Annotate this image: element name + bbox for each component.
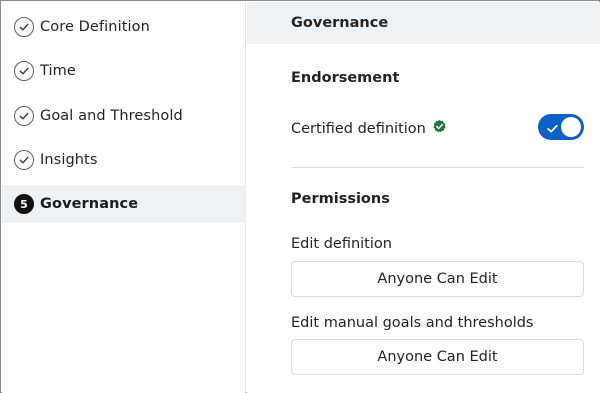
- edit-goals-label: Edit manual goals and thresholds: [291, 315, 534, 331]
- step-goal-and-threshold[interactable]: Goal and Threshold: [2, 97, 246, 135]
- page-title: Governance: [291, 15, 389, 31]
- divider: [291, 167, 584, 168]
- step-label: Time: [40, 63, 76, 79]
- step-label: Core Definition: [40, 19, 150, 35]
- certified-definition-row: Certified definition: [291, 119, 447, 138]
- steps-sidebar: Core Definition Time Goal and Threshold …: [2, 2, 246, 393]
- governance-panel: Governance Endorsement Certified definit…: [247, 2, 600, 393]
- step-governance[interactable]: 5 Governance: [2, 185, 246, 223]
- permissions-heading: Permissions: [291, 191, 390, 207]
- toggle-knob: [561, 117, 581, 137]
- check-circle-icon: [14, 61, 34, 81]
- check-circle-icon: [14, 106, 34, 126]
- check-circle-icon: [14, 17, 34, 37]
- step-label: Governance: [40, 196, 139, 212]
- app-window: Core Definition Time Goal and Threshold …: [0, 0, 600, 393]
- verified-badge-icon: [432, 119, 447, 138]
- step-label: Insights: [40, 152, 98, 168]
- edit-definition-label: Edit definition: [291, 236, 392, 252]
- edit-definition-select[interactable]: Anyone Can Edit: [291, 261, 584, 297]
- checkmark-icon: [546, 120, 559, 139]
- certified-definition-label: Certified definition: [291, 120, 426, 137]
- edit-goals-select[interactable]: Anyone Can Edit: [291, 339, 584, 375]
- endorsement-heading: Endorsement: [291, 70, 400, 86]
- step-core-definition[interactable]: Core Definition: [2, 8, 246, 46]
- step-label: Goal and Threshold: [40, 108, 183, 124]
- step-number-badge: 5: [14, 194, 34, 214]
- step-insights[interactable]: Insights: [2, 141, 246, 179]
- panel-header: Governance: [247, 2, 600, 44]
- check-circle-icon: [14, 150, 34, 170]
- certified-toggle[interactable]: [538, 114, 584, 140]
- step-time[interactable]: Time: [2, 52, 246, 90]
- edit-definition-value: Anyone Can Edit: [377, 271, 498, 287]
- edit-goals-value: Anyone Can Edit: [377, 349, 498, 365]
